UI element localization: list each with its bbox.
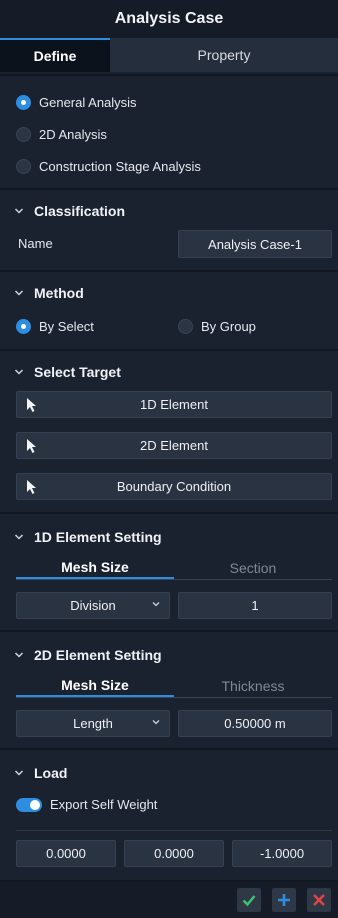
tab-section[interactable]: Section (174, 556, 332, 579)
element-1d-tabs: Mesh Size Section (16, 556, 332, 580)
self-weight-z-input[interactable]: -1.0000 (232, 840, 332, 867)
tab-bar: Define Property (0, 38, 338, 72)
button-label: 1D Element (140, 397, 208, 412)
name-label: Name (18, 236, 53, 251)
chevron-down-icon (14, 288, 26, 298)
select-value: Division (70, 598, 116, 613)
element-2d-tabs: Mesh Size Thickness (16, 674, 332, 698)
radio-label: 2D Analysis (39, 126, 107, 142)
select-1d-element-button[interactable]: 1D Element (16, 391, 332, 418)
chevron-down-icon (151, 599, 161, 612)
chevron-down-icon (14, 367, 26, 377)
radio-label: General Analysis (39, 94, 137, 110)
tab-mesh-size[interactable]: Mesh Size (16, 674, 174, 697)
section-title: Classification (34, 203, 126, 219)
mesh-type-select[interactable]: Division (16, 592, 170, 619)
cursor-arrow-icon (27, 439, 36, 453)
select-target-section: Select Target 1D Element 2D Element Boun… (0, 349, 338, 512)
element-1d-header[interactable]: 1D Element Setting (0, 524, 338, 550)
select-value: Length (73, 716, 113, 731)
chevron-down-icon (14, 532, 26, 542)
radio-unselected-icon (16, 126, 31, 142)
chevron-down-icon (151, 717, 161, 730)
method-header[interactable]: Method (0, 280, 338, 306)
export-self-weight-row: Export Self Weight (16, 797, 157, 812)
radio-general-analysis[interactable]: General Analysis (0, 86, 338, 118)
select-target-header[interactable]: Select Target (0, 359, 338, 385)
radio-label: Construction Stage Analysis (39, 158, 201, 174)
element-2d-header[interactable]: 2D Element Setting (0, 642, 338, 668)
add-button[interactable] (272, 888, 296, 912)
radio-construction-stage-analysis[interactable]: Construction Stage Analysis (0, 150, 338, 182)
chevron-down-icon (14, 768, 26, 778)
self-weight-y-input[interactable]: 0.0000 (124, 840, 224, 867)
button-label: 2D Element (140, 438, 208, 453)
classification-section: Classification Name Analysis Case-1 (0, 188, 338, 270)
classification-header[interactable]: Classification (0, 198, 338, 224)
radio-selected-icon (16, 94, 31, 110)
radio-selected-icon (16, 318, 31, 334)
radio-by-group[interactable]: By Group (162, 310, 256, 342)
ok-button[interactable] (237, 888, 261, 912)
section-title: 1D Element Setting (34, 529, 162, 545)
export-self-weight-toggle[interactable] (16, 797, 42, 812)
cursor-arrow-icon (27, 398, 36, 412)
element-2d-section: 2D Element Setting Mesh Size Thickness L… (0, 630, 338, 748)
plus-icon (278, 894, 290, 906)
load-header[interactable]: Load (0, 760, 338, 786)
chevron-down-icon (14, 206, 26, 216)
load-section: Load Export Self Weight 0.0000 0.0000 -1… (0, 748, 338, 880)
footer-bar (0, 880, 338, 918)
length-input[interactable]: 0.50000 m (178, 710, 332, 737)
radio-unselected-icon (16, 158, 31, 174)
method-section: Method By Select By Group (0, 270, 338, 348)
radio-label: By Group (201, 318, 256, 334)
check-icon (242, 895, 256, 907)
chevron-down-icon (14, 650, 26, 660)
cursor-arrow-icon (27, 480, 36, 494)
cancel-button[interactable] (307, 888, 331, 912)
divider (16, 830, 332, 831)
toggle-label: Export Self Weight (50, 797, 158, 812)
radio-by-select[interactable]: By Select (0, 310, 94, 342)
tab-thickness[interactable]: Thickness (174, 674, 332, 697)
radio-label: By Select (39, 318, 94, 334)
section-title: 2D Element Setting (34, 647, 162, 663)
button-label: Boundary Condition (116, 479, 232, 494)
analysis-type-section: General Analysis 2D Analysis Constructio… (0, 74, 338, 186)
mesh-type-select[interactable]: Length (16, 710, 170, 737)
division-input[interactable]: 1 (178, 592, 332, 619)
tab-mesh-size[interactable]: Mesh Size (16, 556, 174, 579)
name-field[interactable]: Analysis Case-1 (178, 230, 332, 258)
close-icon (313, 894, 325, 906)
panel-title: Analysis Case (0, 0, 338, 38)
radio-unselected-icon (178, 318, 193, 334)
radio-2d-analysis[interactable]: 2D Analysis (0, 118, 338, 150)
section-title: Load (34, 765, 68, 781)
tab-define[interactable]: Define (0, 38, 110, 72)
section-title: Method (34, 285, 84, 301)
tab-property[interactable]: Property (110, 38, 338, 72)
section-title: Select Target (34, 364, 121, 380)
select-2d-element-button[interactable]: 2D Element (16, 432, 332, 459)
self-weight-x-input[interactable]: 0.0000 (16, 840, 116, 867)
select-boundary-condition-button[interactable]: Boundary Condition (16, 473, 332, 500)
element-1d-section: 1D Element Setting Mesh Size Section Div… (0, 512, 338, 630)
